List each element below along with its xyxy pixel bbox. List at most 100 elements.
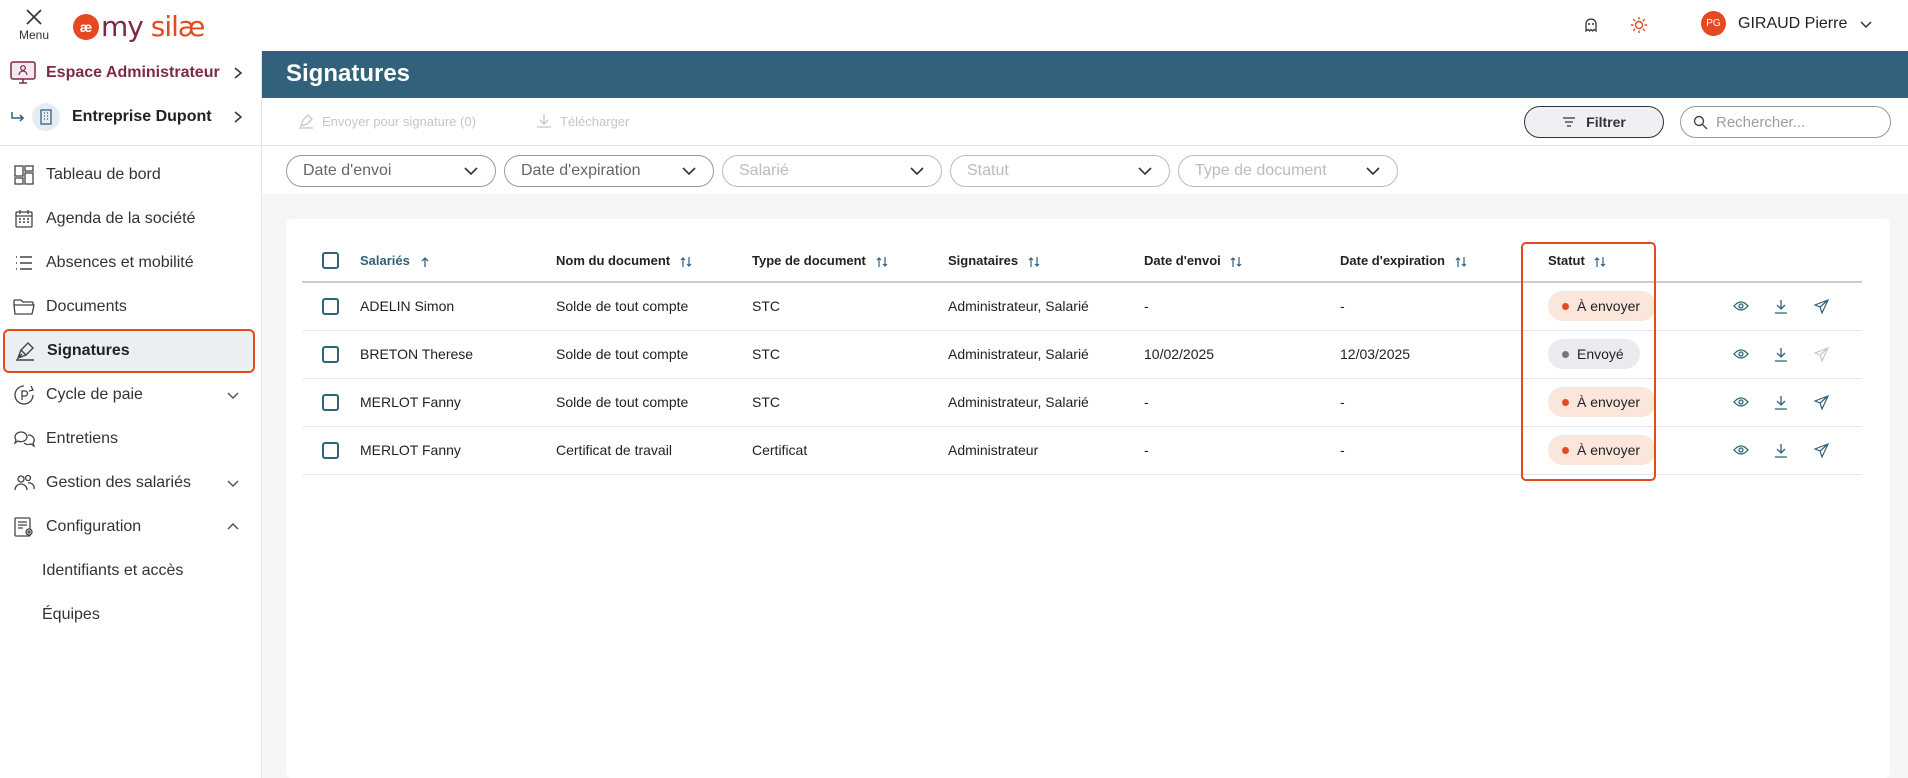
pen-icon: [13, 339, 37, 363]
chat-icon: [12, 427, 36, 451]
cell-type: Certificat: [752, 426, 948, 475]
status-dot: [1562, 302, 1569, 310]
cell-signers: Administrateur: [948, 426, 1144, 475]
cell-send-date: -: [1144, 426, 1340, 475]
page-header: Signatures: [262, 51, 1908, 98]
select-all-checkbox[interactable]: [322, 252, 339, 269]
sidebar-item-payroll[interactable]: Cycle de paie: [4, 375, 254, 415]
filter-label: Date d'envoi: [303, 162, 392, 179]
table-header-row: Salariés Nom du document Type de documen…: [302, 240, 1862, 283]
calendar-icon: [12, 207, 36, 231]
ghost-icon[interactable]: [1580, 14, 1602, 36]
pen-icon: [299, 114, 313, 129]
sidebar-item-label: Gestion des salariés: [46, 474, 191, 491]
send-icon[interactable]: [1812, 297, 1830, 315]
context-company[interactable]: Entreprise Dupont: [0, 95, 262, 139]
cell-signers: Administrateur, Salarié: [948, 282, 1144, 331]
column-header-label: Date d'envoi: [1144, 253, 1221, 268]
table-row[interactable]: MERLOT Fanny Certificat de travail Certi…: [302, 426, 1862, 475]
cell-document: Solde de tout compte: [556, 330, 752, 379]
search-field[interactable]: [1680, 106, 1891, 138]
sidebar-divider: [0, 145, 262, 146]
logo-badge: æ: [73, 13, 99, 40]
sidebar-item-calendar[interactable]: Agenda de la société: [4, 199, 254, 239]
sidebar: Espace Administrateur Entreprise Dupont …: [0, 51, 262, 778]
filter-expiration-date[interactable]: Date d'expiration: [504, 155, 714, 187]
status-dot: [1562, 398, 1569, 406]
column-header-send-date[interactable]: Date d'envoi: [1144, 240, 1340, 283]
filter-status[interactable]: Statut: [950, 155, 1170, 187]
download-icon: [537, 114, 551, 128]
row-checkbox[interactable]: [322, 441, 339, 459]
column-header-status[interactable]: Statut: [1536, 240, 1732, 283]
column-header-label: Statut: [1548, 253, 1585, 268]
context-admin-label: Espace Administrateur: [46, 64, 220, 81]
column-header-document-name[interactable]: Nom du document: [556, 240, 752, 283]
row-checkbox[interactable]: [322, 393, 339, 411]
sidebar-item-label: Cycle de paie: [46, 386, 143, 403]
send-icon[interactable]: [1812, 441, 1830, 459]
download-icon[interactable]: [1772, 297, 1790, 315]
filter-send-date[interactable]: Date d'envoi: [286, 155, 496, 187]
sun-icon[interactable]: [1628, 14, 1650, 36]
view-eye-icon[interactable]: [1732, 441, 1750, 459]
status-badge: À envoyer: [1548, 387, 1657, 417]
menu-button[interactable]: Menu: [16, 7, 52, 45]
send-for-signature-button[interactable]: Envoyer pour signature (0): [298, 113, 476, 129]
download-icon[interactable]: [1772, 345, 1790, 363]
context-company-label: Entreprise Dupont: [72, 108, 212, 125]
sidebar-item-employees[interactable]: Gestion des salariés: [4, 463, 254, 503]
cell-employee: BRETON Therese: [360, 330, 556, 379]
sidebar-item-label: Signatures: [47, 342, 130, 359]
filter-button[interactable]: Filtrer: [1524, 106, 1664, 138]
cell-signers: Administrateur, Salarié: [948, 330, 1144, 379]
column-header-label: Type de document: [752, 253, 866, 268]
column-header-label: Signataires: [948, 253, 1019, 268]
sidebar-subitem-teams[interactable]: Équipes: [42, 606, 100, 624]
view-eye-icon[interactable]: [1732, 393, 1750, 411]
column-header-signers[interactable]: Signataires: [948, 240, 1144, 283]
download-icon[interactable]: [1772, 393, 1790, 411]
context-admin-space[interactable]: Espace Administrateur: [0, 51, 262, 95]
view-eye-icon[interactable]: [1732, 345, 1750, 363]
row-checkbox[interactable]: [322, 297, 339, 315]
send-icon[interactable]: [1812, 393, 1830, 411]
view-eye-icon[interactable]: [1732, 297, 1750, 315]
table-row[interactable]: ADELIN Simon Solde de tout compte STC Ad…: [302, 282, 1862, 331]
download-button[interactable]: Télécharger: [536, 113, 629, 129]
cell-expiration-date: -: [1340, 426, 1536, 475]
download-icon[interactable]: [1772, 441, 1790, 459]
avatar: PG: [1701, 11, 1726, 36]
sidebar-subitem-credentials[interactable]: Identifiants et accès: [42, 562, 183, 580]
table-row[interactable]: MERLOT Fanny Solde de tout compte STC Ad…: [302, 378, 1862, 427]
send-icon-disabled: [1812, 345, 1830, 363]
cell-employee: MERLOT Fanny: [360, 378, 556, 427]
column-header-expiration-date[interactable]: Date d'expiration: [1340, 240, 1536, 283]
search-input[interactable]: [1716, 113, 1876, 131]
settings-doc-icon: [12, 515, 36, 539]
sidebar-item-interviews[interactable]: Entretiens: [4, 419, 254, 459]
mysilae-logo[interactable]: æ my silæ: [73, 10, 205, 43]
sidebar-item-dashboard[interactable]: Tableau de bord: [4, 155, 254, 195]
chevron-down-icon: [1138, 167, 1152, 176]
user-menu[interactable]: PG GIRAUD Pierre: [1701, 11, 1873, 36]
sidebar-item-documents[interactable]: Documents: [4, 287, 254, 327]
row-checkbox[interactable]: [322, 345, 339, 363]
sidebar-item-signatures[interactable]: Signatures: [3, 329, 255, 373]
sidebar-item-label: Documents: [46, 298, 127, 315]
toolbar: Envoyer pour signature (0) Télécharger F…: [262, 98, 1908, 146]
user-name: GIRAUD Pierre: [1738, 14, 1848, 32]
cell-employee: ADELIN Simon: [360, 282, 556, 331]
sidebar-item-configuration[interactable]: Configuration: [4, 507, 254, 547]
cell-send-date: 10/02/2025: [1144, 330, 1340, 379]
filter-document-type[interactable]: Type de document: [1178, 155, 1398, 187]
sort-icon: [1595, 256, 1606, 267]
table-row[interactable]: BRETON Therese Solde de tout compte STC …: [302, 330, 1862, 379]
column-header-document-type[interactable]: Type de document: [752, 240, 948, 283]
column-header-employees[interactable]: Salariés: [360, 240, 556, 283]
column-header-label: Date d'expiration: [1340, 253, 1445, 268]
filter-employee[interactable]: Salarié: [722, 155, 942, 187]
dashboard-icon: [12, 163, 36, 187]
cell-type: STC: [752, 330, 948, 379]
sidebar-item-absences[interactable]: Absences et mobilité: [4, 243, 254, 283]
